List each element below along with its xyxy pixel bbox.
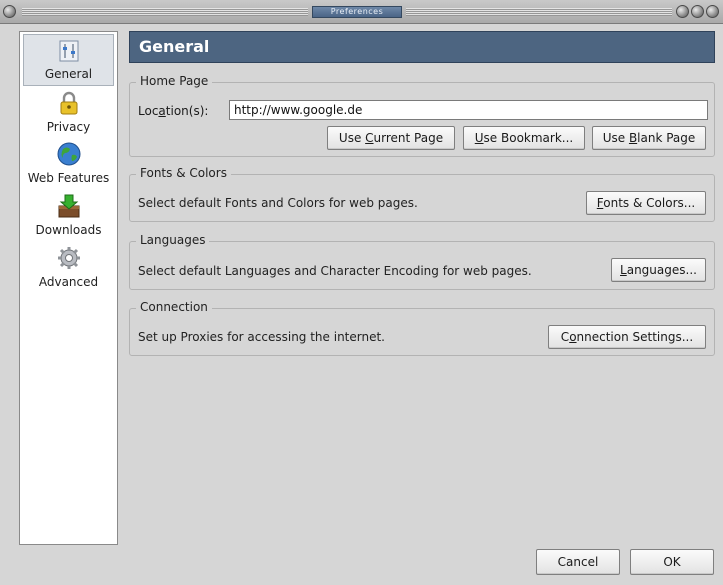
window-menu-button[interactable] — [3, 5, 16, 18]
fonts-colors-legend: Fonts & Colors — [136, 166, 231, 180]
gear-icon — [55, 244, 83, 272]
languages-description: Select default Languages and Character E… — [138, 264, 532, 278]
fonts-colors-description: Select default Fonts and Colors for web … — [138, 196, 418, 210]
languages-button[interactable]: Languages... — [611, 258, 706, 282]
use-current-page-button[interactable]: Use Current Page — [327, 126, 455, 150]
window-title: Preferences — [312, 6, 402, 18]
connection-legend: Connection — [136, 300, 212, 314]
connection-description: Set up Proxies for accessing the interne… — [138, 330, 385, 344]
lock-icon — [55, 89, 83, 117]
sidebar-item-label: Advanced — [38, 275, 99, 289]
cancel-button[interactable]: Cancel — [536, 549, 620, 575]
sidebar-item-label: Downloads — [35, 223, 102, 237]
use-blank-page-button[interactable]: Use Blank Page — [592, 126, 706, 150]
general-icon — [55, 37, 83, 65]
languages-group: Languages Select default Languages and C… — [129, 233, 715, 290]
connection-group: Connection Set up Proxies for accessing … — [129, 300, 715, 356]
fonts-colors-button[interactable]: Fonts & Colors... — [586, 191, 706, 215]
globe-icon — [55, 140, 83, 168]
title-bar[interactable]: Preferences — [0, 0, 723, 24]
connection-settings-button[interactable]: Connection Settings... — [548, 325, 706, 349]
sidebar-item-downloads[interactable]: Downloads — [21, 190, 116, 242]
use-bookmark-button[interactable]: Use Bookmark... — [463, 126, 585, 150]
minimize-button[interactable] — [676, 5, 689, 18]
location-input[interactable] — [229, 100, 708, 120]
title-bar-grip — [22, 8, 308, 16]
maximize-button[interactable] — [691, 5, 704, 18]
location-label: Location(s): — [138, 104, 209, 118]
sidebar-item-privacy[interactable]: Privacy — [21, 87, 116, 139]
sidebar-item-web-features[interactable]: Web Features — [21, 138, 116, 190]
sidebar-item-label: Web Features — [27, 171, 110, 185]
sidebar-item-label: Privacy — [46, 120, 91, 134]
page-title: General — [129, 31, 715, 63]
sidebar-item-advanced[interactable]: Advanced — [21, 242, 116, 294]
sidebar-item-general[interactable]: General — [23, 34, 114, 86]
sidebar-item-label: General — [44, 67, 93, 81]
category-sidebar: General Privacy Web Features Downloads A… — [19, 31, 118, 545]
languages-legend: Languages — [136, 233, 210, 247]
home-page-legend: Home Page — [136, 74, 213, 88]
home-page-group: Home Page Location(s): Use Current Page … — [129, 74, 715, 157]
title-bar-grip — [406, 8, 672, 16]
close-button[interactable] — [706, 5, 719, 18]
ok-button[interactable]: OK — [630, 549, 714, 575]
fonts-colors-group: Fonts & Colors Select default Fonts and … — [129, 166, 715, 222]
download-icon — [55, 192, 83, 220]
